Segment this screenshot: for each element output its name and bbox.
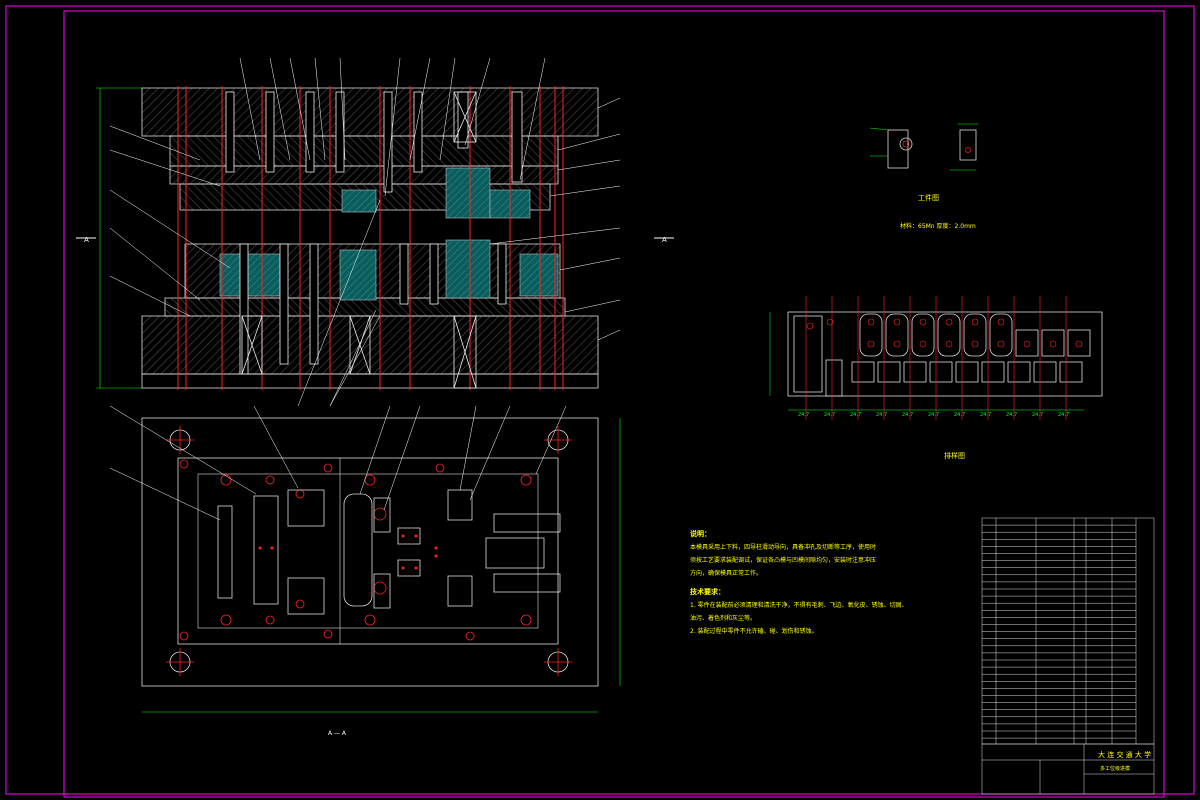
description-line: 本模具采用上下料，四导柱滑动导向，具备冲孔及切断等工序，使用时	[690, 544, 877, 551]
school-name: 大 连 交 通 大 学	[1098, 750, 1151, 759]
drawing-name: 多工位级进模	[1100, 765, 1130, 772]
technical-requirements: 技术要求： 1. 零件在装配前必须清理和清洗干净，不得有毛刺、飞边、氧化皮、锈蚀…	[690, 586, 970, 638]
tech-line: 2. 装配过程中零件不允许磕、碰、划伤和锈蚀。	[690, 628, 818, 635]
workpiece-drawing: 工件图 材料：65Mn 厚度：2.0mm	[869, 123, 978, 230]
pitch-label: 24.7	[876, 412, 887, 418]
pitch-label: 24.7	[980, 412, 991, 418]
tech-title: 技术要求：	[690, 588, 725, 596]
bom-table	[981, 517, 1155, 745]
pitch-label: 24.7	[1006, 412, 1017, 418]
pitch-label: 24.7	[850, 412, 861, 418]
pitch-label: 24.7	[902, 412, 913, 418]
pitch-label: 24.7	[954, 412, 965, 418]
pitch-label: 24.7	[928, 412, 939, 418]
workpiece-caption: 工件图	[918, 193, 939, 202]
strip-caption: 排样图	[944, 451, 965, 460]
pitch-label: 24.7	[824, 412, 835, 418]
cad-drawing-sheet: A A A — A 工件图 材料：65Mn 厚度：2.0mm 24.7 24.7…	[5, 5, 1195, 798]
section-mark-right: A	[662, 236, 667, 244]
description-notes: 说明： 本模具采用上下料，四导柱滑动导向，具备冲孔及切断等工序，使用时 须按工艺…	[690, 528, 960, 580]
description-line: 须按工艺要求装配调试，保证各凸模与凹模间隙均匀，安装时注意冲压	[690, 557, 877, 564]
pitch-label: 24.7	[1058, 412, 1069, 418]
strip-layout: 24.7 24.7 24.7 24.7 24.7 24.7 24.7 24.7 …	[769, 296, 1103, 460]
main-view-label: A — A	[328, 730, 347, 737]
section-mark-left: A	[84, 236, 89, 244]
material-caption: 材料：65Mn 厚度：2.0mm	[900, 222, 976, 230]
description-title: 说明：	[690, 530, 711, 538]
pitch-label: 24.7	[798, 412, 809, 418]
pitch-dimension-labels: 24.7 24.7 24.7 24.7 24.7 24.7 24.7 24.7 …	[798, 412, 1069, 418]
tech-line: 油污、着色剂和灰尘等。	[690, 615, 757, 622]
description-line: 方向，确保模具正常工作。	[690, 570, 763, 577]
main-section-view: A A	[76, 57, 674, 407]
pitch-label: 24.7	[1032, 412, 1043, 418]
tech-line: 1. 零件在装配前必须清理和清洗干净，不得有毛刺、飞边、氧化皮、锈蚀、切屑、	[690, 602, 908, 609]
